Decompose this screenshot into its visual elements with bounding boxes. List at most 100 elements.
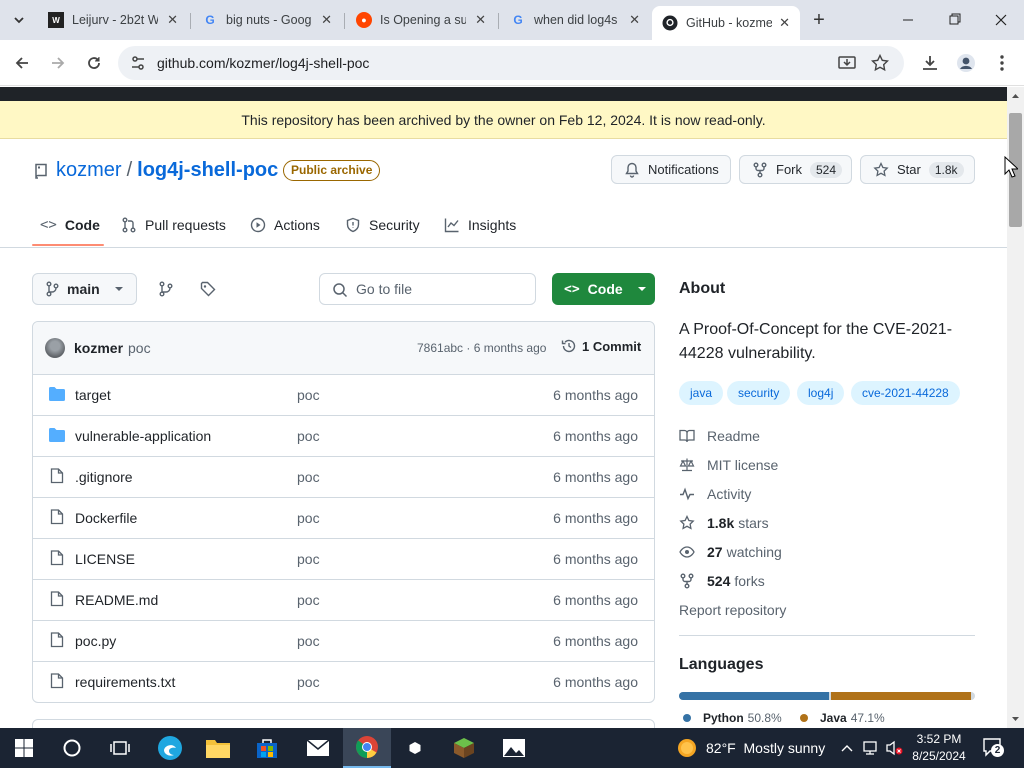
system-clock[interactable]: 3:52 PM 8/25/2024 [910, 731, 968, 765]
table-row[interactable]: Dockerfile poc 6 months ago [33, 497, 654, 538]
tab-security[interactable]: Security [345, 217, 420, 233]
file-commit-message[interactable]: poc [297, 387, 320, 403]
file-commit-message[interactable]: poc [297, 674, 320, 690]
browser-tab[interactable]: G when did log4s ✕ [500, 6, 650, 34]
file-name[interactable]: requirements.txt [75, 674, 175, 690]
file-commit-message[interactable]: poc [297, 592, 320, 608]
file-name[interactable]: README.md [75, 592, 158, 608]
profile-button[interactable] [954, 51, 978, 75]
volume-muted-icon[interactable] [885, 740, 905, 756]
back-button[interactable] [10, 51, 34, 75]
table-row[interactable]: requirements.txt poc 6 months ago [33, 661, 654, 702]
start-button[interactable] [0, 728, 48, 768]
reload-button[interactable] [82, 51, 106, 75]
language-item[interactable]: Java 47.1% [800, 711, 885, 725]
taskbar-app-unknown[interactable] [391, 728, 439, 768]
url-text[interactable]: github.com/kozmer/log4j-shell-poc [157, 55, 369, 71]
repo-name-link[interactable]: log4j-shell-poc [137, 159, 278, 182]
file-name[interactable]: .gitignore [75, 469, 133, 485]
scroll-down-arrow-icon[interactable] [1007, 712, 1024, 726]
scroll-up-arrow-icon[interactable] [1007, 89, 1024, 103]
activity-link[interactable]: Activity [679, 486, 751, 502]
commit-message[interactable]: poc [128, 340, 151, 356]
maximize-button[interactable] [943, 12, 967, 28]
star-button[interactable]: Star 1.8k [860, 155, 975, 184]
code-dropdown-button[interactable]: <> Code [552, 273, 655, 305]
avatar[interactable] [45, 338, 65, 358]
site-info-icon[interactable] [130, 55, 146, 71]
file-commit-message[interactable]: poc [297, 510, 320, 526]
tab-pull-requests[interactable]: Pull requests [121, 217, 226, 233]
forward-button[interactable] [46, 51, 70, 75]
address-bar[interactable]: github.com/kozmer/log4j-shell-poc [118, 46, 904, 80]
branches-icon[interactable] [158, 281, 174, 297]
notifications-button[interactable]: Notifications [611, 155, 731, 184]
file-commit-message[interactable]: poc [297, 428, 320, 444]
browser-tab[interactable]: W Leijurv - 2b2t W ✕ [38, 6, 188, 34]
notification-center-button[interactable]: 2 [982, 736, 1004, 758]
topic-tag[interactable]: security [727, 381, 791, 405]
file-name[interactable]: vulnerable-application [75, 428, 211, 444]
table-row[interactable]: .gitignore poc 6 months ago [33, 456, 654, 497]
go-to-file-input[interactable]: Go to file [319, 273, 536, 305]
file-commit-message[interactable]: poc [297, 633, 320, 649]
search-button[interactable] [48, 728, 96, 768]
close-icon[interactable]: ✕ [779, 15, 790, 31]
table-row[interactable]: README.md poc 6 months ago [33, 579, 654, 620]
topic-tag[interactable]: cve-2021-44228 [851, 381, 960, 405]
fork-button[interactable]: Fork 524 [739, 155, 852, 184]
file-name[interactable]: target [75, 387, 111, 403]
browser-tab[interactable]: G big nuts - Goog ✕ [192, 6, 342, 34]
browser-menu-button[interactable] [990, 51, 1014, 75]
close-window-button[interactable] [989, 12, 1013, 28]
close-icon[interactable]: ✕ [475, 12, 486, 28]
taskbar-app-minecraft[interactable] [440, 728, 488, 768]
table-row[interactable]: LICENSE poc 6 months ago [33, 538, 654, 579]
license-link[interactable]: MIT license [679, 457, 778, 473]
topic-tag[interactable]: java [679, 381, 724, 405]
taskbar-app-store[interactable] [243, 728, 291, 768]
tab-search-button[interactable] [8, 9, 30, 31]
network-icon[interactable] [862, 740, 880, 756]
tag-icon[interactable] [200, 281, 216, 297]
new-tab-button[interactable]: + [808, 8, 830, 32]
readme-link[interactable]: Readme [679, 428, 760, 444]
chevron-up-icon[interactable] [841, 744, 853, 752]
stars-link[interactable]: 1.8k stars [679, 515, 769, 531]
commit-hash-time[interactable]: 7861abc · 6 months ago [417, 341, 546, 355]
minimize-button[interactable] [896, 12, 920, 28]
tab-code[interactable]: <> Code [40, 217, 100, 233]
file-commit-message[interactable]: poc [297, 469, 320, 485]
taskbar-app-file-explorer[interactable] [194, 728, 242, 768]
close-icon[interactable]: ✕ [629, 12, 640, 28]
tab-insights[interactable]: Insights [444, 217, 516, 233]
tab-actions[interactable]: Actions [250, 217, 320, 233]
watching-link[interactable]: 27 watching [679, 544, 782, 560]
file-name[interactable]: poc.py [75, 633, 116, 649]
weather-widget[interactable]: 82°F Mostly sunny [675, 736, 825, 760]
task-view-button[interactable] [96, 728, 144, 768]
report-repository-link[interactable]: Report repository [679, 602, 786, 618]
file-name[interactable]: LICENSE [75, 551, 135, 567]
close-icon[interactable]: ✕ [321, 12, 332, 28]
page-scrollbar[interactable] [1007, 87, 1024, 728]
forks-link[interactable]: 524 forks [679, 573, 765, 589]
browser-tab[interactable]: ● Is Opening a su ✕ [346, 6, 496, 34]
browser-tab-active[interactable]: GitHub - kozme ✕ [652, 6, 800, 40]
table-row[interactable]: poc.py poc 6 months ago [33, 620, 654, 661]
table-row[interactable]: target poc 6 months ago [33, 374, 654, 415]
commit-author[interactable]: kozmer [74, 340, 123, 356]
taskbar-app-edge[interactable] [146, 728, 194, 768]
topic-tag[interactable]: log4j [797, 381, 845, 405]
language-item[interactable]: Python 50.8% [683, 711, 782, 725]
commits-link[interactable]: 1 Commit [561, 338, 641, 354]
close-icon[interactable]: ✕ [167, 12, 178, 28]
install-app-icon[interactable] [838, 54, 856, 72]
repo-owner-link[interactable]: kozmer [56, 159, 122, 182]
table-row[interactable]: vulnerable-application poc 6 months ago [33, 415, 654, 456]
taskbar-app-chrome[interactable] [343, 728, 391, 768]
branch-selector[interactable]: main [32, 273, 137, 305]
downloads-button[interactable] [918, 51, 942, 75]
file-commit-message[interactable]: poc [297, 551, 320, 567]
bookmark-star-icon[interactable] [871, 54, 889, 72]
